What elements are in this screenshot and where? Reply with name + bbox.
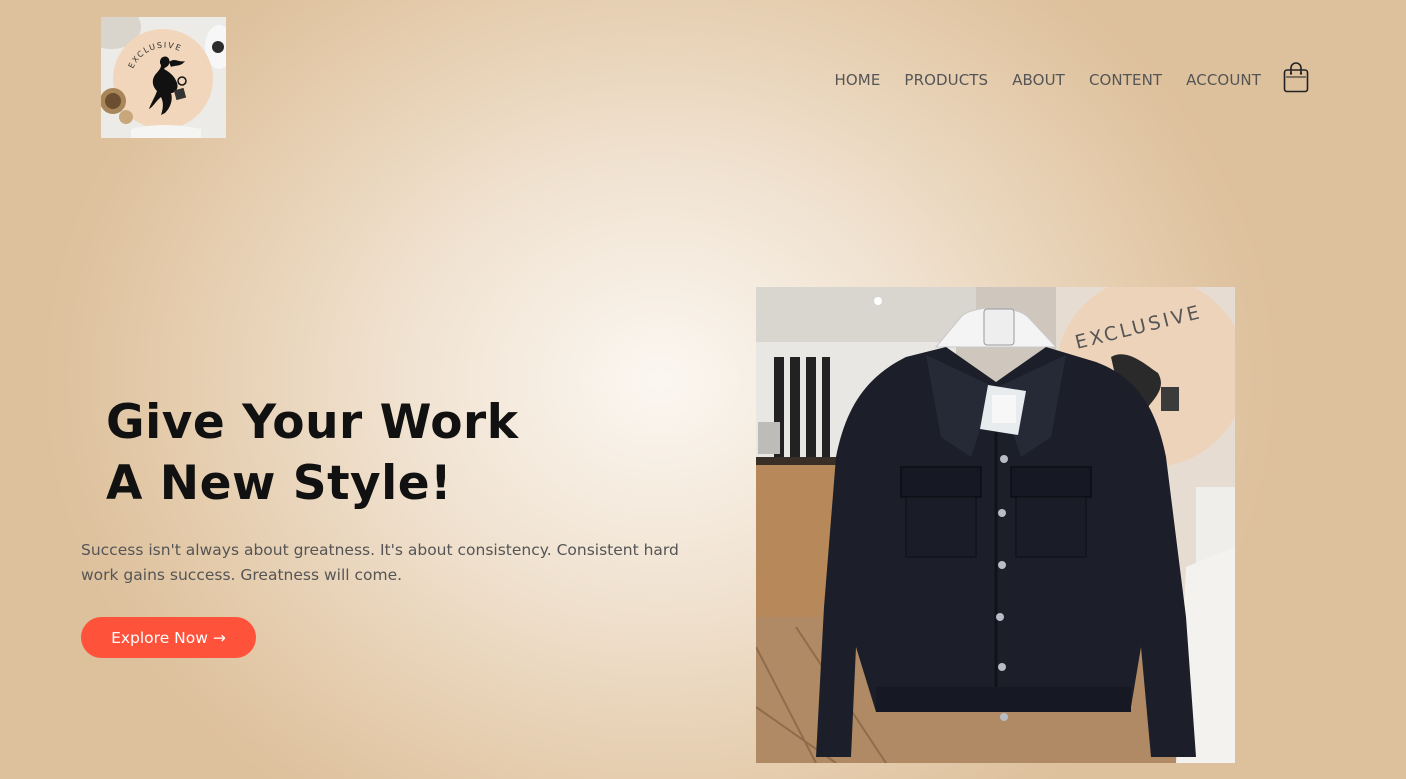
- hero-title-line-2: A New Style!: [106, 456, 453, 511]
- nav-item-products[interactable]: PRODUCTS: [904, 71, 988, 89]
- black-denim-jacket-photo: EXCLUSIVE: [756, 287, 1235, 763]
- main-nav: HOME PRODUCTS ABOUT CONTENT ACCOUNT: [835, 69, 1261, 91]
- hero-product-image: EXCLUSIVE: [756, 287, 1235, 763]
- hero-title-line-1: Give Your Work: [106, 395, 519, 450]
- explore-now-label: Explore Now: [111, 628, 208, 647]
- nav-item-home[interactable]: HOME: [835, 71, 881, 89]
- shopping-bag-icon: [1283, 62, 1309, 93]
- nav-item-content[interactable]: CONTENT: [1089, 71, 1162, 89]
- hero-description: Success isn't always about greatness. It…: [81, 541, 679, 584]
- woman-silhouette-logo-icon: EXCLUSIVE: [101, 17, 226, 138]
- explore-now-button[interactable]: Explore Now →: [81, 617, 256, 658]
- nav-item-about[interactable]: ABOUT: [1012, 71, 1065, 89]
- cart-button[interactable]: [1283, 61, 1309, 93]
- hero-title: Give Your Work A New Style!: [106, 392, 518, 514]
- arrow-right-icon: →: [212, 628, 226, 647]
- brand-logo[interactable]: EXCLUSIVE: [101, 17, 226, 138]
- nav-item-account[interactable]: ACCOUNT: [1186, 71, 1261, 89]
